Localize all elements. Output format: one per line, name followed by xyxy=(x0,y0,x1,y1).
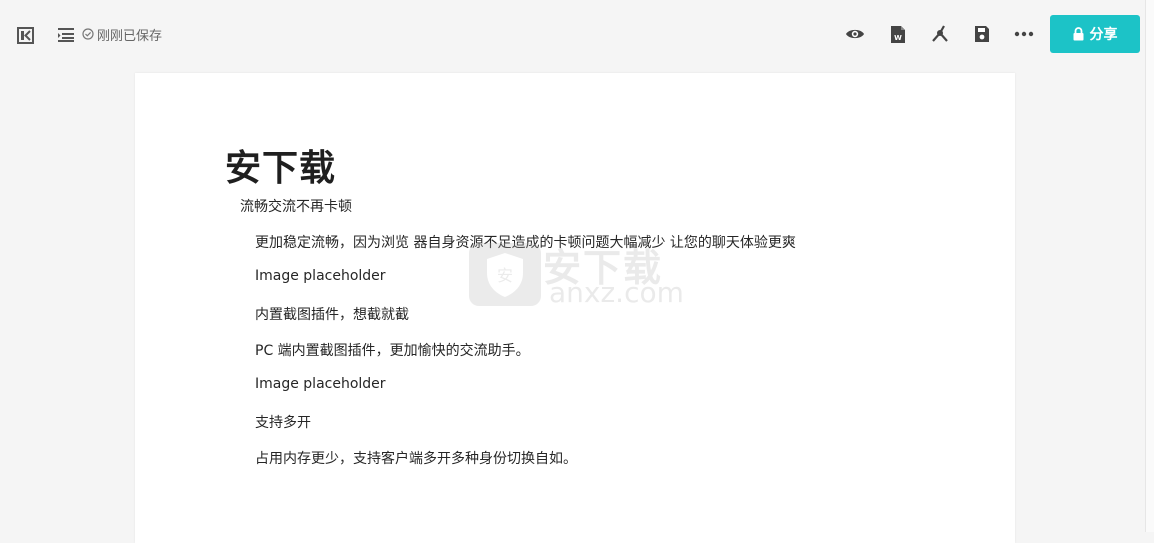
editor-toolbar: 刚刚已保存 W 分享 xyxy=(0,0,1146,68)
svg-text:W: W xyxy=(894,34,902,42)
window-right-edge xyxy=(1145,0,1154,532)
more-button[interactable] xyxy=(1012,24,1036,44)
document-page[interactable]: 安下载 流畅交流不再卡顿 更加稳定流畅，因为浏览 器自身资源不足造成的卡顿问题大… xyxy=(135,73,1015,543)
share-label: 分享 xyxy=(1089,27,1118,43)
share-button[interactable]: 分享 xyxy=(1050,15,1140,53)
collapse-sidebar-button[interactable] xyxy=(14,24,36,46)
paragraph[interactable]: 更加稳定流畅，因为浏览 器自身资源不足造成的卡顿问题大幅减少 让您的聊天体验更爽 xyxy=(255,232,796,252)
image-placeholder[interactable]: Image placeholder xyxy=(255,376,386,392)
svg-text:安: 安 xyxy=(497,266,513,285)
paragraph[interactable]: 支持多开 xyxy=(255,412,311,432)
eye-icon xyxy=(846,29,864,39)
watermark-shield-logo: 安 xyxy=(469,243,541,306)
outline-list-icon xyxy=(58,28,74,42)
lock-icon xyxy=(1073,27,1083,41)
more-dots-icon xyxy=(1014,31,1034,37)
collapse-sidebar-icon xyxy=(16,26,34,44)
export-word-button[interactable]: W xyxy=(887,22,909,46)
save-button[interactable] xyxy=(971,22,993,46)
paragraph[interactable]: PC 端内置截图插件，更加愉快的交流助手。 xyxy=(255,340,530,360)
paragraph[interactable]: 内置截图插件，想截就截 xyxy=(255,304,409,324)
save-status: 刚刚已保存 xyxy=(82,25,163,44)
word-document-icon: W xyxy=(891,25,905,43)
check-circle-icon xyxy=(82,28,94,40)
mindmap-icon xyxy=(932,25,948,42)
save-status-text: 刚刚已保存 xyxy=(97,28,163,44)
watermark: 安 安下载 anxz.com xyxy=(469,243,699,309)
mindmap-button[interactable] xyxy=(928,22,952,46)
document-title[interactable]: 安下载 xyxy=(225,139,336,191)
paragraph[interactable]: 流畅交流不再卡顿 xyxy=(240,196,352,216)
outline-button[interactable] xyxy=(55,24,77,46)
preview-button[interactable] xyxy=(843,23,867,45)
image-placeholder[interactable]: Image placeholder xyxy=(255,268,386,284)
save-disk-icon xyxy=(975,26,989,42)
paragraph[interactable]: 占用内存更少，支持客户端多开多种身份切换自如。 xyxy=(255,448,577,468)
watermark-text-en: anxz.com xyxy=(549,276,684,309)
